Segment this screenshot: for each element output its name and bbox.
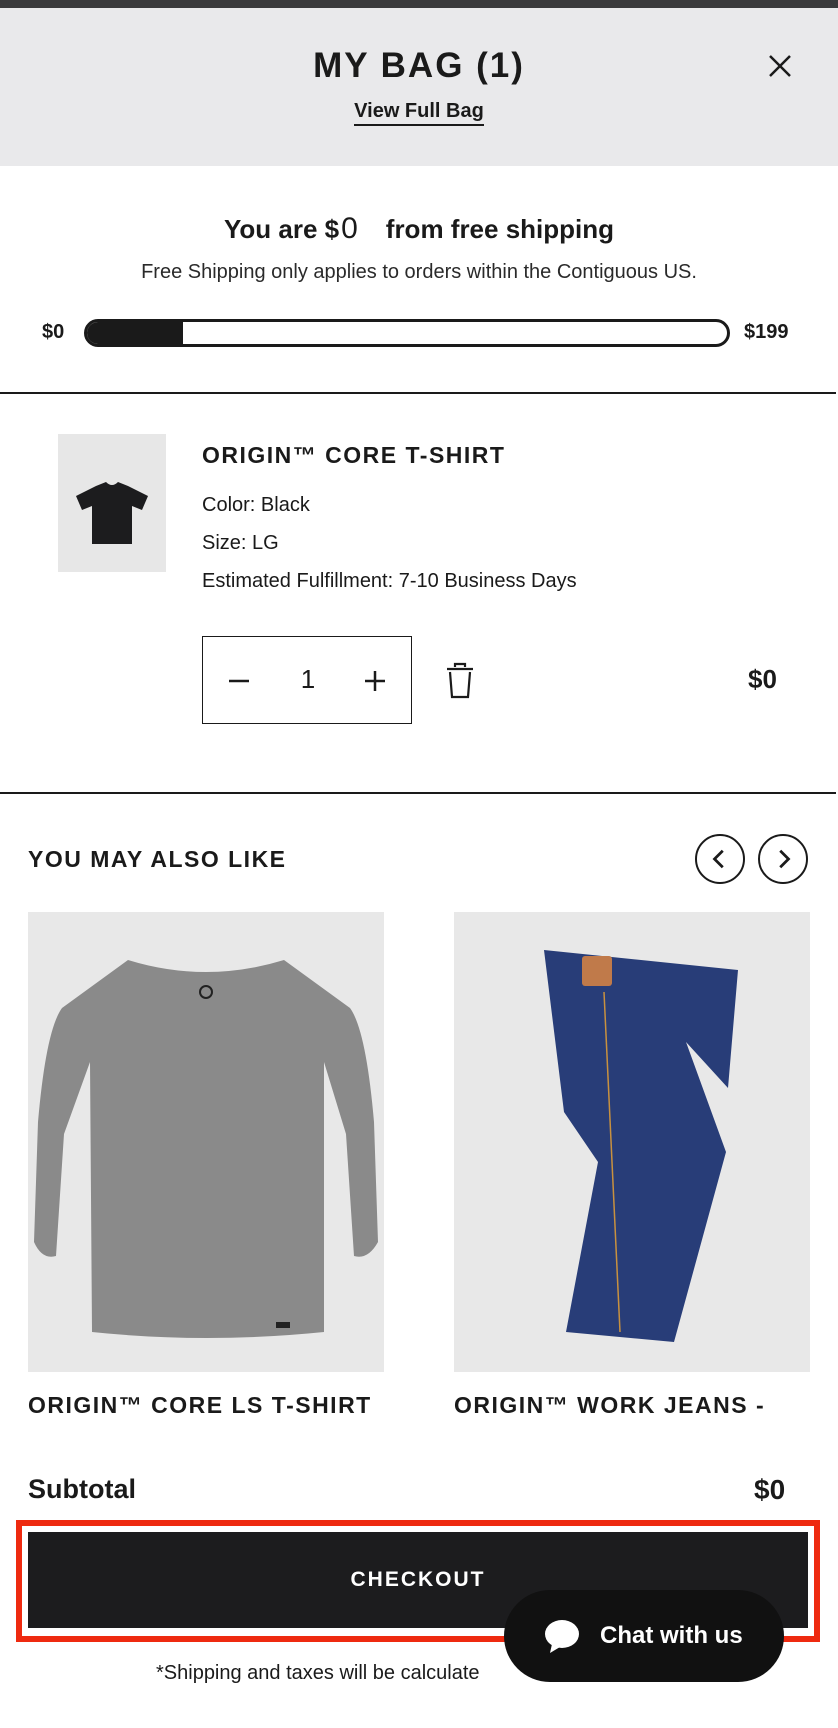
shipping-amount: 0 — [341, 212, 358, 245]
plus-icon[interactable] — [353, 659, 397, 703]
jeans-image — [544, 950, 738, 1342]
cart-item: ORIGIN™ CORE T-SHIRT Color: Black Size: … — [0, 394, 838, 792]
shipping-prefix: You are $ — [223, 214, 340, 244]
trash-icon[interactable] — [444, 662, 476, 700]
chat-button[interactable]: Chat with us — [504, 1590, 784, 1682]
progress-min-label: $0 — [42, 321, 65, 343]
shipping-suffix: from free shipping — [385, 214, 615, 244]
chat-label: Chat with us — [600, 1622, 743, 1649]
cart-item-size: Size: LG — [202, 532, 279, 554]
shipping-note: Free Shipping only applies to orders wit… — [141, 261, 697, 283]
free-shipping-section: You are $0 from free shipping Free Shippi… — [0, 166, 838, 392]
long-sleeve-shirt-image — [34, 960, 378, 1338]
product-image-work-jeans[interactable] — [454, 912, 810, 1372]
quantity-stepper: 1 — [202, 636, 412, 724]
product-thumbnail[interactable] — [58, 434, 166, 572]
view-full-bag-link-wrap: View Full Bag — [0, 100, 838, 126]
subtotal-value: $0 — [754, 1474, 786, 1505]
top-bar — [0, 0, 838, 8]
cart-item-fulfillment: Estimated Fulfillment: 7-10 Business Day… — [202, 570, 577, 592]
cart-item-price: $0 — [748, 664, 777, 694]
recommendations-section: YOU MAY ALSO LIKE ORIGIN™ CORE LS T-SHIR… — [0, 794, 838, 1434]
view-full-bag-link[interactable]: View Full Bag — [354, 100, 484, 126]
product-name[interactable]: ORIGIN™ WORK JEANS - — [454, 1392, 765, 1419]
chevron-left-icon[interactable] — [695, 834, 745, 884]
chat-bubble-icon — [545, 1620, 579, 1653]
shipping-progress-bar — [84, 319, 730, 347]
bag-title: MY BAG (1) — [313, 46, 525, 85]
subtotal-label: Subtotal — [28, 1474, 136, 1504]
progress-max-label: $199 — [744, 321, 789, 343]
cart-footer: Subtotal $0 CHECKOUT *Shipping and taxes… — [0, 1430, 838, 1728]
recommendations-title: YOU MAY ALSO LIKE — [28, 846, 287, 872]
product-image-ls-tshirt[interactable] — [28, 912, 384, 1372]
cart-item-color: Color: Black — [202, 494, 310, 516]
tshirt-image — [76, 482, 148, 544]
bag-header: MY BAG (1) View Full Bag — [0, 8, 838, 166]
chevron-right-icon[interactable] — [758, 834, 808, 884]
cart-item-name[interactable]: ORIGIN™ CORE T-SHIRT — [202, 442, 505, 469]
free-shipping-message: You are $0 from free shipping — [0, 212, 838, 246]
product-name[interactable]: ORIGIN™ CORE LS T-SHIRT — [28, 1392, 372, 1419]
shipping-tax-note: *Shipping and taxes will be calculate — [156, 1662, 480, 1684]
close-icon[interactable] — [762, 48, 798, 84]
shipping-progress-fill — [87, 322, 183, 344]
